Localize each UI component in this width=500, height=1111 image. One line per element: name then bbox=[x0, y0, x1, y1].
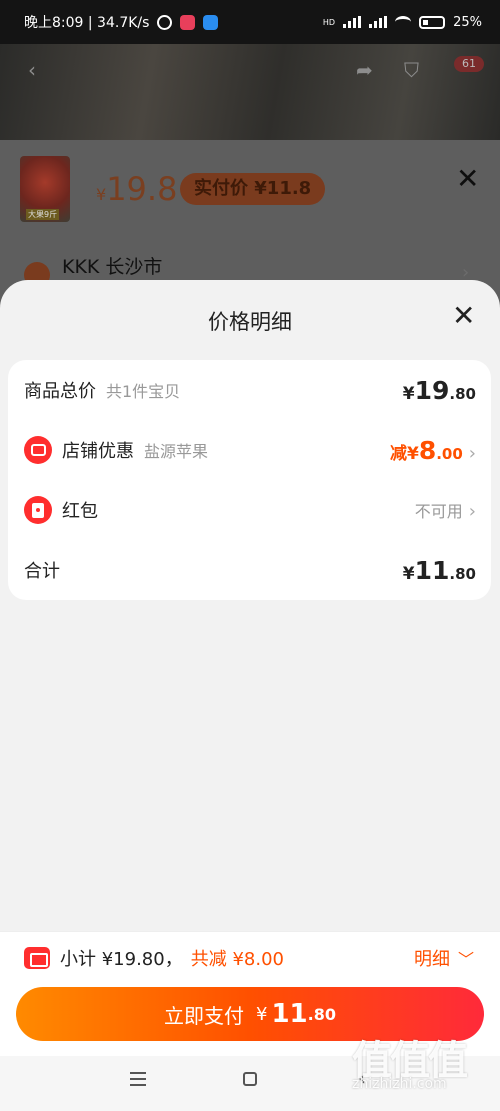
sku-close-icon: ✕ bbox=[456, 162, 480, 195]
pay-yen: ¥ bbox=[256, 1003, 268, 1025]
actual-price-pill: 实付价 ¥11.8 bbox=[180, 173, 326, 205]
detail-toggle[interactable]: 明细 ﹀ bbox=[414, 944, 474, 972]
store-discount-label: 店铺优惠 bbox=[62, 441, 134, 462]
signal-2-icon bbox=[369, 16, 388, 28]
discount-total-text: 共减 ¥8.00 bbox=[190, 949, 284, 970]
close-icon[interactable]: ✕ bbox=[452, 302, 475, 330]
cart-icon: ⛉ bbox=[404, 58, 419, 82]
discount-cents: .00 bbox=[436, 444, 463, 463]
sum-cents: .80 bbox=[449, 564, 476, 583]
total-label: 商品总价 bbox=[24, 381, 96, 402]
row-total-price: 商品总价 共1件宝贝 ¥ 19 .80 bbox=[24, 360, 476, 420]
cart-badge: 61 bbox=[454, 56, 484, 72]
total-count: 共1件宝贝 bbox=[106, 382, 181, 401]
product-price: ¥19.8 bbox=[96, 170, 177, 208]
chevron-down-icon: ﹀ bbox=[458, 950, 475, 969]
sum-yen: ¥ bbox=[402, 563, 415, 584]
status-bar: 晚上8:09 | 34.7K/s HD 25% bbox=[0, 0, 500, 44]
cloud-notification-icon bbox=[203, 14, 219, 30]
detail-label: 明细 bbox=[414, 949, 450, 970]
signal-icon bbox=[343, 16, 362, 28]
chevron-right-icon: › bbox=[468, 501, 476, 522]
app-notification-icon bbox=[180, 14, 196, 30]
store-name: 盐源苹果 bbox=[144, 442, 209, 461]
subtotal-text: 小计 ¥19.80， bbox=[60, 949, 183, 970]
pay-int: 11 bbox=[271, 999, 308, 1029]
row-red-packet[interactable]: 红包 不可用 › bbox=[24, 480, 476, 540]
sheet-title: 价格明细 bbox=[208, 310, 292, 334]
price-value: 19.8 bbox=[106, 170, 178, 208]
wifi-icon bbox=[395, 16, 412, 28]
red-packet-status: 不可用 bbox=[414, 502, 463, 521]
ticket-icon bbox=[24, 947, 50, 969]
total-yen: ¥ bbox=[402, 383, 415, 404]
pay-cents: .80 bbox=[307, 1004, 336, 1024]
store-icon bbox=[24, 436, 52, 464]
alarm-icon bbox=[157, 14, 173, 30]
discount-prefix: 减¥ bbox=[389, 443, 419, 464]
product-header-background bbox=[0, 44, 500, 140]
battery-icon bbox=[419, 15, 446, 29]
chevron-right-icon: › bbox=[468, 442, 476, 464]
price-currency: ¥ bbox=[96, 185, 107, 204]
battery-percent: 25% bbox=[453, 14, 482, 30]
hd-indicator: HD bbox=[322, 17, 336, 27]
row-sum: 合计 ¥ 11 .80 bbox=[24, 540, 476, 600]
total-int: 19 bbox=[414, 375, 450, 405]
pay-now-label: 立即支付 bbox=[164, 1003, 244, 1028]
red-packet-label: 红包 bbox=[62, 501, 98, 522]
recents-icon[interactable] bbox=[130, 1072, 146, 1086]
status-time-speed: 晚上8:09 | 34.7K/s bbox=[24, 15, 150, 31]
red-packet-icon bbox=[24, 496, 52, 524]
subtotal-summary: 小计 ¥19.80， 共减 ¥8.00 bbox=[24, 944, 284, 972]
delivery-location: KKK 长沙市 bbox=[62, 256, 163, 278]
sum-label: 合计 bbox=[24, 561, 60, 582]
share-icon: ➦ bbox=[356, 58, 373, 82]
watermark-site: zhizhizhi.com bbox=[352, 1076, 447, 1092]
home-icon[interactable] bbox=[243, 1072, 257, 1086]
thumbnail-label: 大果9斤 bbox=[26, 209, 60, 220]
sum-int: 11 bbox=[414, 555, 450, 585]
row-store-discount[interactable]: 店铺优惠 盐源苹果 减¥ 8 .00 › bbox=[24, 420, 476, 480]
back-arrow-icon: ‹ bbox=[28, 58, 36, 82]
discount-int: 8 bbox=[418, 435, 437, 465]
product-thumbnail: 大果9斤 bbox=[20, 156, 70, 222]
total-cents: .80 bbox=[449, 384, 476, 403]
